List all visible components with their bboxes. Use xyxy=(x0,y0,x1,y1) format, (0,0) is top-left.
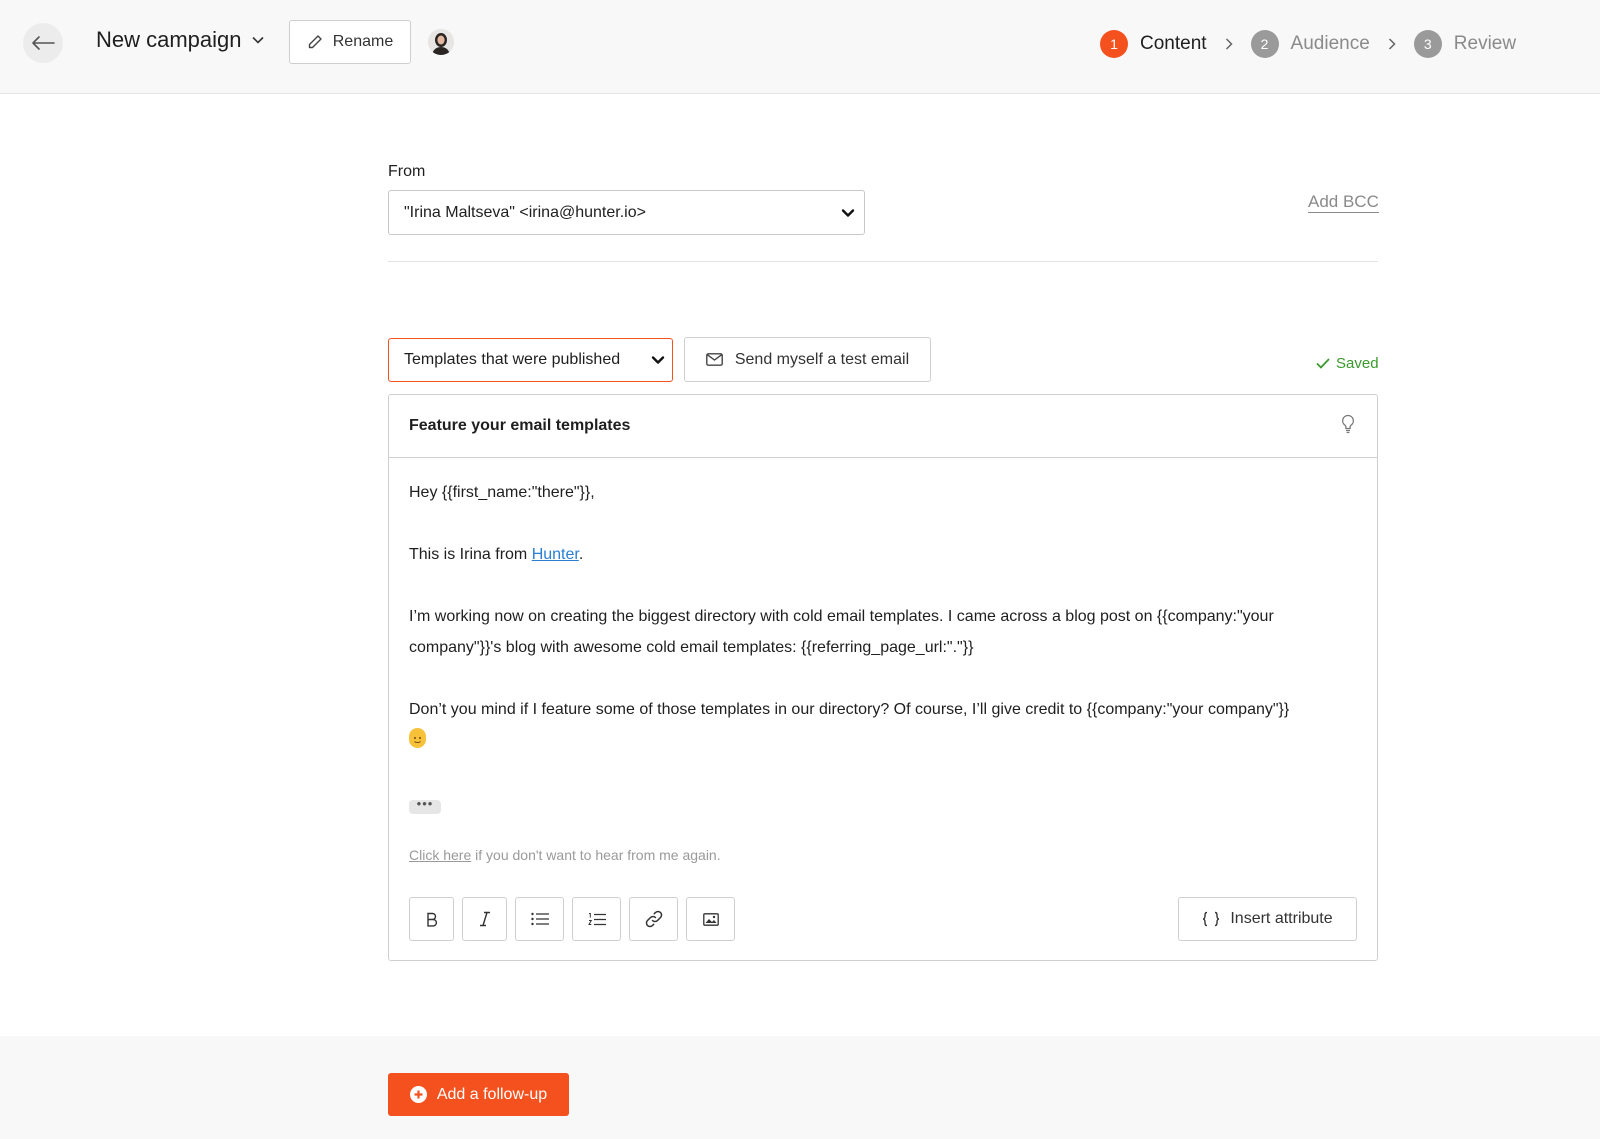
back-button[interactable] xyxy=(23,23,63,63)
top-bar: New campaign Rename 1 Content 2 Audience xyxy=(0,0,1600,94)
numbered-list-icon xyxy=(587,912,606,925)
insert-link-button[interactable] xyxy=(629,897,678,941)
divider xyxy=(388,261,1378,262)
insert-image-button[interactable] xyxy=(686,897,735,941)
envelope-icon xyxy=(705,353,723,366)
step-number: 2 xyxy=(1250,30,1279,58)
email-subject[interactable]: Feature your email templates xyxy=(409,417,630,435)
send-test-email-label: Send myself a test email xyxy=(734,350,910,368)
insert-attribute-button[interactable]: Insert attribute xyxy=(1178,897,1357,941)
unsubscribe-link[interactable]: Click here xyxy=(409,847,471,863)
italic-icon xyxy=(479,911,490,927)
greeting-line: Hey {{first_name:"there"}}, xyxy=(409,484,595,501)
insert-attribute-label: Insert attribute xyxy=(1230,910,1333,927)
body-paragraph-2: Don’t you mind if I feature some of thos… xyxy=(409,694,1359,756)
user-avatar-icon xyxy=(428,29,454,55)
add-follow-up-button[interactable]: Add a follow-up xyxy=(388,1073,569,1116)
image-icon xyxy=(702,912,719,926)
campaign-title-dropdown[interactable]: New campaign xyxy=(96,27,264,53)
step-review[interactable]: 3 Review xyxy=(1413,30,1517,58)
intro-line: This is Irina from Hunter. xyxy=(409,539,1359,570)
step-label: Content xyxy=(1140,33,1207,54)
bold-button[interactable] xyxy=(409,897,454,941)
chevron-right-icon xyxy=(1225,38,1233,50)
from-select[interactable]: "Irina Maltseva" <irina@hunter.io> xyxy=(388,190,865,235)
step-label: Review xyxy=(1453,33,1517,54)
subject-row: Feature your email templates xyxy=(389,395,1377,458)
chevron-down-icon xyxy=(651,356,665,364)
italic-button[interactable] xyxy=(462,897,507,941)
campaign-title: New campaign xyxy=(96,27,242,52)
step-number: 1 xyxy=(1100,30,1128,58)
numbered-list-button[interactable] xyxy=(572,897,621,941)
email-editor: Feature your email templates Hey {{first… xyxy=(388,394,1378,961)
avatar[interactable] xyxy=(428,29,454,55)
step-content[interactable]: 1 Content xyxy=(1100,30,1207,58)
step-label: Audience xyxy=(1290,33,1370,54)
unsubscribe-text: if you don't want to hear from me again. xyxy=(471,847,721,863)
chevron-down-icon xyxy=(251,36,264,44)
saved-status: Saved xyxy=(1316,355,1379,372)
campaign-steps: 1 Content 2 Audience 3 Review xyxy=(1100,30,1516,58)
intro-suffix: . xyxy=(578,546,584,563)
lightbulb-icon[interactable] xyxy=(1341,414,1355,434)
pencil-icon xyxy=(308,35,322,49)
add-follow-up-label: Add a follow-up xyxy=(436,1085,548,1103)
chevron-down-icon xyxy=(841,209,855,217)
saved-label: Saved xyxy=(1336,355,1379,372)
bulleted-list-icon xyxy=(530,912,549,926)
rename-button[interactable]: Rename xyxy=(289,20,411,64)
body-paragraph: I’m working now on creating the biggest … xyxy=(409,608,1274,656)
chevron-right-icon xyxy=(1388,38,1396,50)
email-body[interactable]: Hey {{first_name:"there"}}, This is Irin… xyxy=(409,477,1359,787)
signature-toggle[interactable]: ••• xyxy=(409,797,441,814)
template-select-value: Templates that were published xyxy=(404,351,621,368)
bulleted-list-button[interactable] xyxy=(515,897,564,941)
step-number: 3 xyxy=(1413,30,1442,58)
from-label: From xyxy=(388,163,426,180)
check-icon xyxy=(1316,358,1330,369)
follow-up-section xyxy=(0,1036,1600,1139)
unsubscribe-line: Click here if you don't want to hear fro… xyxy=(409,847,721,863)
intro-prefix: This is Irina from xyxy=(409,546,532,563)
bold-icon xyxy=(426,912,437,927)
rename-label: Rename xyxy=(332,33,394,50)
link-icon xyxy=(645,910,662,928)
body-paragraph-text: Don’t you mind if I feature some of thos… xyxy=(409,701,1290,718)
template-select[interactable]: Templates that were published xyxy=(388,338,673,382)
slightly-smiling-face-icon xyxy=(409,728,426,748)
hunter-link[interactable]: Hunter xyxy=(532,546,579,563)
from-value: "Irina Maltseva" <irina@hunter.io> xyxy=(404,203,646,221)
plus-circle-icon xyxy=(409,1086,427,1103)
arrow-left-icon xyxy=(32,36,55,50)
formatting-toolbar xyxy=(409,897,735,941)
curly-braces-icon xyxy=(1203,911,1220,927)
step-audience[interactable]: 2 Audience xyxy=(1250,30,1370,58)
send-test-email-button[interactable]: Send myself a test email xyxy=(684,337,931,382)
add-bcc-link[interactable]: Add BCC xyxy=(1308,192,1379,213)
